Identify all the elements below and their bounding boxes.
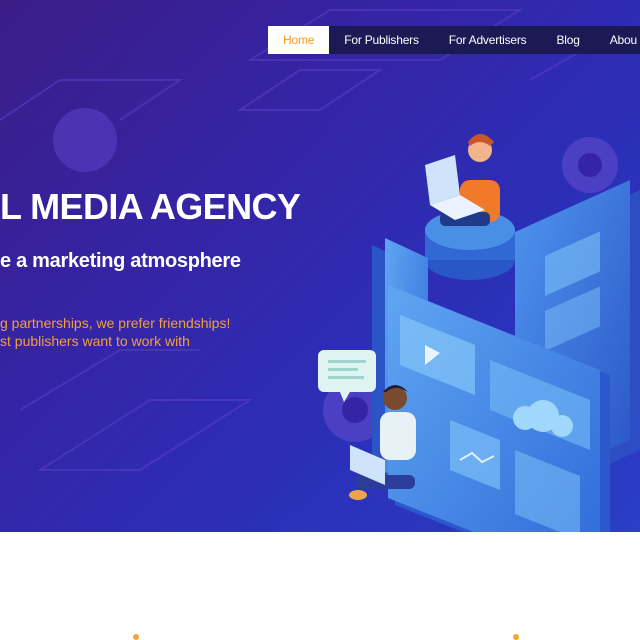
decorative-dot [513, 634, 519, 640]
hero-tagline-2: st publishers want to work with [0, 333, 190, 349]
nav-home[interactable]: Home [268, 26, 330, 54]
hero-headline: L MEDIA AGENCY [0, 186, 301, 227]
content-section [0, 532, 640, 640]
hero-tagline-1: g partnerships, we prefer friendships! [0, 315, 231, 331]
nav-for-publishers[interactable]: For Publishers [329, 26, 434, 54]
nav-blog[interactable]: Blog [541, 26, 594, 54]
hero-subheadline: e a marketing atmosphere [0, 250, 241, 272]
nav-for-advertisers[interactable]: For Advertisers [434, 26, 542, 54]
nav-about[interactable]: Abou [595, 26, 640, 54]
main-navigation: Home For Publishers For Advertisers Blog… [268, 26, 640, 54]
isometric-illustration [318, 134, 640, 590]
background-circle [53, 108, 117, 172]
person-top-with-laptop [425, 134, 500, 226]
decorative-dot [133, 634, 139, 640]
